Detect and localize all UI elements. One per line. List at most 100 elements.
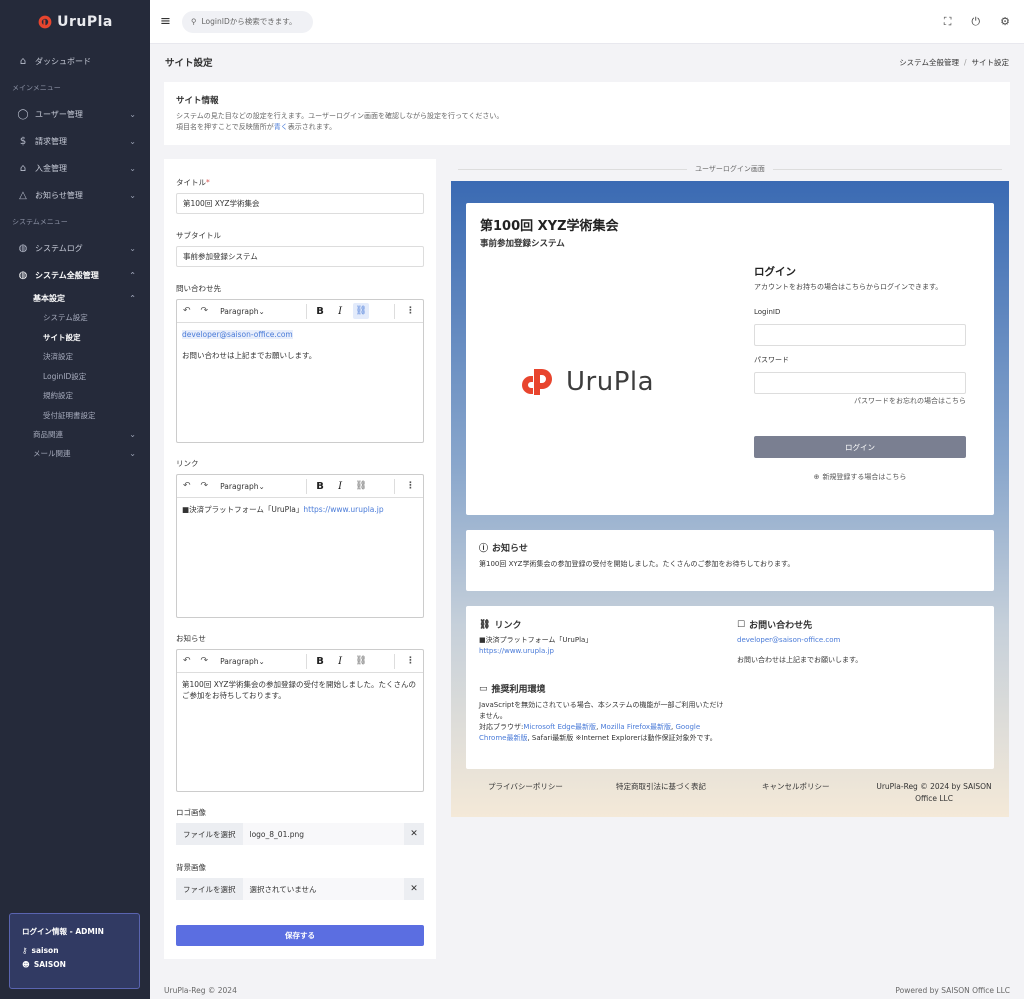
link-editor[interactable]: ↶ ↷ Paragraph⌄ B I ⛓ ⋮ ■決済プラットフォーム「UruPla… [176,474,424,618]
toolbar-divider [394,303,395,319]
notice-label[interactable]: お知らせ [176,633,206,644]
preview-login-heading: ログイン [754,266,796,278]
editor-toolbar: ↶ ↷ Paragraph⌄ B I ⛓ ⋮ [177,300,423,323]
close-icon[interactable]: ✕ [404,878,424,900]
sidebar-subitem-receipt-settings[interactable]: 受付証明書設定 [0,406,150,426]
undo-icon[interactable]: ↶ [183,306,191,316]
logo-file-button[interactable]: ファイルを選択 [176,823,243,845]
more-vertical-icon[interactable]: ⋮ [406,656,415,666]
preview-footer-tokutei[interactable]: 特定商取引法に基づく表記 [616,781,706,793]
preview-footer-privacy[interactable]: プライバシーポリシー [488,781,563,793]
bank-icon: ⌂ [19,163,27,174]
preview-footer-cancel[interactable]: キャンセルポリシー [762,781,830,793]
italic-icon[interactable]: I [333,656,347,667]
bold-icon[interactable]: B [313,481,327,492]
sidebar-item-syslog[interactable]: ◍ システムログ ⌄ [0,235,150,262]
preview-env-edge-link[interactable]: Microsoft Edge最新版 [523,723,596,731]
sidebar-subitem-system-settings[interactable]: システム設定 [0,308,150,328]
page-footer: UruPla-Reg © 2024 Powered by SAISON Offi… [150,981,1024,999]
link-icon[interactable]: ⛓ [353,303,370,319]
editor-content[interactable]: developer@saison-office.com お問い合わせは上記までお… [177,323,423,367]
sidebar-section-system: システムメニュー [12,218,68,226]
bg-label[interactable]: 背景画像 [176,862,206,873]
gear-icon[interactable]: ⚙ [1000,15,1010,29]
search-input[interactable]: ⚲ LoginIDから検索できます。 [182,10,313,33]
users-icon: ☻ [22,960,30,969]
redo-icon[interactable]: ↷ [201,656,209,666]
paragraph-select[interactable]: Paragraph⌄ [220,307,300,316]
sidebar-item-basic[interactable]: 基本設定 ⌃ [0,289,150,308]
bold-icon[interactable]: B [313,306,327,317]
preview-forgot-link[interactable]: パスワードをお忘れの場合はこちら [854,396,966,406]
bg-file-input[interactable]: ファイルを選択 選択されていません ✕ [176,878,424,900]
preview-login-card: 第100回 XYZ学術集会 事前参加登録システム UruPla ログイン アカウ… [466,203,994,515]
sidebar-item-payments[interactable]: ⌂ 入金管理 ⌄ [0,155,150,182]
contact-email-link[interactable]: developer@saison-office.com [182,330,293,339]
logo-file-input[interactable]: ファイルを選択 logo_8_01.png ✕ [176,823,424,845]
undo-icon[interactable]: ↶ [183,481,191,491]
logo-label[interactable]: ロゴ画像 [176,807,206,818]
login-id-value: saison [31,946,59,955]
contact-label[interactable]: 問い合わせ先 [176,283,221,294]
close-icon[interactable]: ✕ [404,823,424,845]
preview-password-input[interactable] [754,372,966,394]
fullscreen-icon[interactable]: ⛶ [944,15,952,29]
link-url[interactable]: https://www.urupla.jp [303,505,383,514]
login-info-name: ☻ SAISON [22,960,127,969]
subtitle-input[interactable]: 事前参加登録システム [176,246,424,267]
undo-icon[interactable]: ↶ [183,656,191,666]
preview-link-url[interactable]: https://www.urupla.jp [479,647,554,655]
preview-contact-email-row: developer@saison-office.com [737,635,982,646]
italic-icon[interactable]: I [333,306,347,317]
bold-icon[interactable]: B [313,656,327,667]
sidebar-subitem-loginid-settings[interactable]: LoginID設定 [0,367,150,387]
preview-logo: UruPla [518,365,654,399]
title-input[interactable]: 第100回 XYZ学術集会 [176,193,424,214]
sidebar-item-users[interactable]: ◯ ユーザー管理 ⌄ [0,101,150,128]
save-button[interactable]: 保存する [176,925,424,946]
page-title: サイト設定 [165,58,213,69]
paragraph-select[interactable]: Paragraph⌄ [220,482,300,491]
hamburger-menu-icon[interactable]: ≡ [160,14,174,29]
link-icon[interactable]: ⛓ [353,478,369,494]
preview-login-button[interactable]: ログイン [754,436,966,458]
editor-content[interactable]: ■決済プラットフォーム「UruPla」https://www.urupla.jp [177,498,423,521]
preview-logo-text: UruPla [566,367,655,397]
redo-icon[interactable]: ↷ [201,306,209,316]
more-vertical-icon[interactable]: ⋮ [406,481,415,491]
preview-register-link[interactable]: ⊕ 新規登録する場合はこちら [754,472,966,482]
preview-env-firefox-link[interactable]: Mozilla Firefox最新版 [601,723,672,731]
breadcrumb-parent[interactable]: システム全般管理 [899,58,959,67]
sidebar-item-dashboard[interactable]: ⌂ ダッシュボード [0,48,150,75]
info-icon: ⓘ [479,544,489,554]
link-label[interactable]: リンク [176,458,199,469]
editor-content[interactable]: 第100回 XYZ学術集会の参加登録の受付を開始しました。たくさんのご参加をお待… [177,673,423,707]
login-preview: 第100回 XYZ学術集会 事前参加登録システム UruPla ログイン アカウ… [451,181,1009,817]
italic-icon[interactable]: I [333,481,347,492]
power-icon[interactable]: ⏻ [971,15,980,29]
sidebar-logo[interactable]: UruPla [0,0,150,44]
more-vertical-icon[interactable]: ⋮ [406,306,415,316]
sidebar-item-products[interactable]: 商品関連 ⌄ [0,425,150,444]
site-info-text: 項目名を押すことで反映箇所が [176,123,274,131]
sidebar-item-sysadmin[interactable]: ◍ システム全般管理 ⌃ [0,262,150,289]
sidebar: UruPla ⌂ ダッシュボード メインメニュー ◯ ユーザー管理 ⌄ $ 請求… [0,0,150,999]
sidebar-subitem-terms-settings[interactable]: 規約設定 [0,386,150,406]
sidebar-item-billing[interactable]: $ 請求管理 ⌄ [0,128,150,155]
notice-editor[interactable]: ↶ ↷ Paragraph⌄ B I ⛓ ⋮ 第100回 XYZ学術集会の参加登録… [176,649,424,792]
subtitle-label[interactable]: サブタイトル [176,230,221,241]
chevron-down-icon: ⌄ [258,656,265,666]
link-icon[interactable]: ⛓ [353,653,369,669]
sidebar-item-mail[interactable]: メール関連 ⌄ [0,444,150,463]
sidebar-item-notices[interactable]: △ お知らせ管理 ⌄ [0,182,150,209]
bg-file-button[interactable]: ファイルを選択 [176,878,243,900]
contact-editor[interactable]: ↶ ↷ Paragraph⌄ B I ⛓ ⋮ developer@saison-o… [176,299,424,443]
sidebar-subitem-site-settings[interactable]: サイト設定 [0,328,150,348]
site-info-line2: 項目名を押すことで反映箇所が青く表示されます。 [176,122,998,133]
title-label[interactable]: タイトル* [176,177,210,188]
sidebar-subitem-payment-settings[interactable]: 決済設定 [0,347,150,367]
redo-icon[interactable]: ↷ [201,481,209,491]
paragraph-select[interactable]: Paragraph⌄ [220,657,300,666]
preview-loginid-input[interactable] [754,324,966,346]
preview-contact-email[interactable]: developer@saison-office.com [737,636,840,644]
